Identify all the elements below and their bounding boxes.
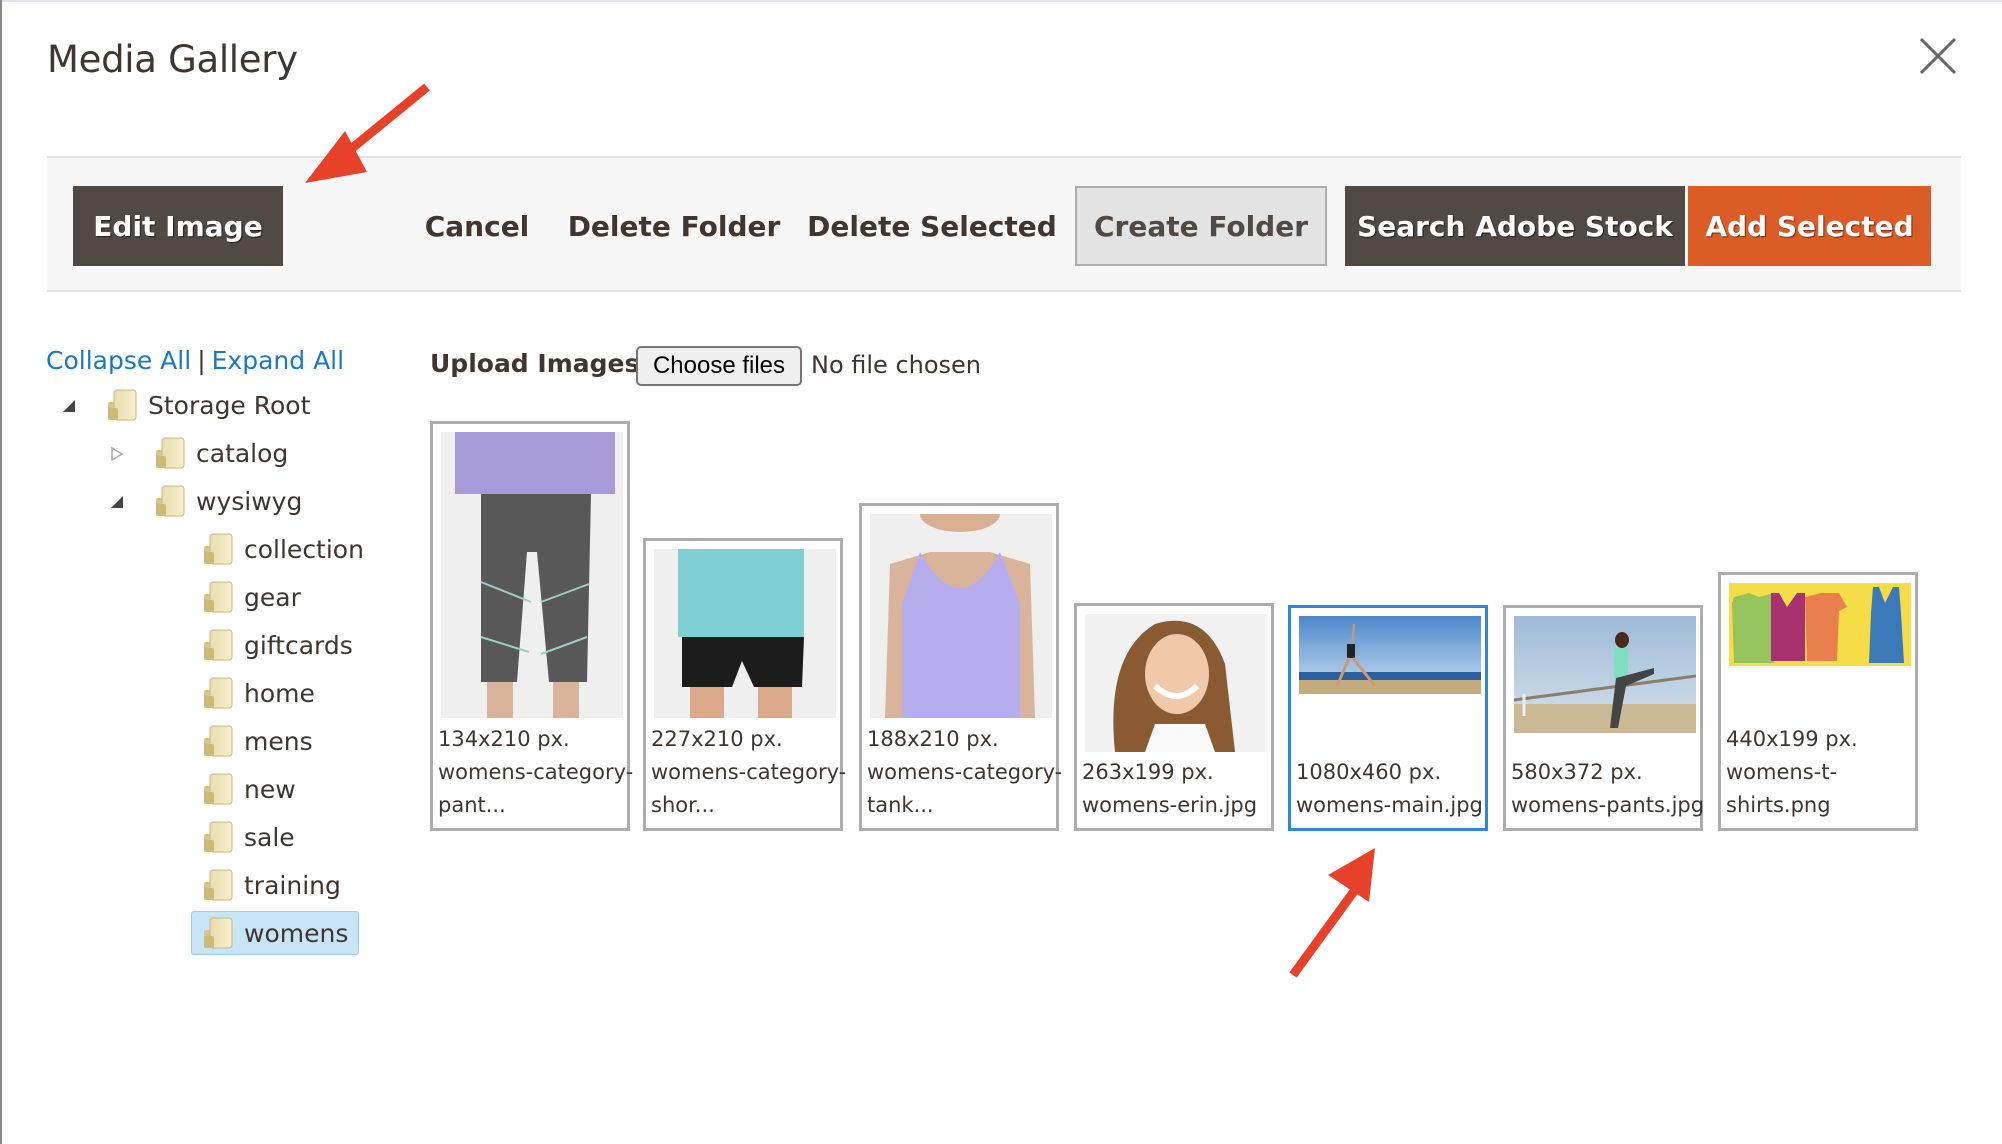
folder-icon [154, 484, 186, 518]
tree-node-collection[interactable]: collection [202, 527, 364, 571]
thumbnail-caption: 263x199 px. womens-erin.jpg [1082, 756, 1257, 822]
gallery-item[interactable]: 134x210 px. womens-category-pant... [430, 421, 633, 831]
image-filename: womens-pants.jpg [1511, 793, 1705, 817]
collapsed-triangle-icon[interactable] [110, 446, 124, 462]
folder-icon [202, 580, 234, 614]
thumbnail-image [654, 549, 836, 718]
tree-node-new[interactable]: new [202, 767, 296, 811]
thumbnail-caption: 1080x460 px. womens-main.jpg [1296, 756, 1483, 822]
tree-node-label: training [244, 870, 341, 900]
tree-node-storage-root[interactable]: Storage Root [106, 383, 310, 427]
tree-node-label: home [244, 678, 315, 708]
delete-selected-button[interactable]: Delete Selected [807, 186, 1057, 266]
folder-icon [202, 532, 234, 566]
tree-node-label: wysiwyg [196, 486, 303, 516]
arrow-to-selected-image [1289, 848, 1375, 978]
create-folder-button[interactable]: Create Folder [1075, 186, 1327, 266]
gallery-item[interactable]: 440x199 px. womens-t-shirts.png [1718, 572, 1918, 831]
tree-link-separator: | [197, 346, 206, 375]
image-filename-continued: shor... [651, 793, 715, 817]
folder-icon [106, 388, 138, 422]
tree-node-label: collection [244, 534, 364, 564]
gallery-item[interactable]: 263x199 px. womens-erin.jpg [1074, 603, 1274, 831]
thumbnail-caption: 440x199 px. womens-t-shirts.png [1726, 723, 1858, 822]
image-filename: womens-erin.jpg [1082, 793, 1258, 817]
folder-icon [202, 772, 234, 806]
tree-node-label: womens [244, 918, 349, 948]
close-button[interactable] [1918, 36, 1958, 76]
toolbar: Edit Image Cancel Delete Folder Delete S… [47, 156, 1961, 292]
image-dimensions: 134x210 px. [438, 727, 570, 751]
image-filename-continued: pant... [438, 793, 506, 817]
thumbnail-caption: 188x210 px. womens-category-tank... [867, 723, 1062, 822]
collapse-all-link[interactable]: Collapse All [46, 346, 191, 375]
thumbnail-caption: 134x210 px. womens-category-pant... [438, 723, 633, 822]
image-dimensions: 580x372 px. [1511, 760, 1643, 784]
tree-node-womens[interactable]: womens [191, 911, 360, 955]
top-border [0, 0, 2002, 2]
image-dimensions: 227x210 px. [651, 727, 783, 751]
image-filename: womens-category- [651, 760, 847, 784]
choose-files-button[interactable]: Choose files [636, 346, 802, 386]
image-dimensions: 1080x460 px. [1296, 760, 1442, 784]
tree-node-label: Storage Root [148, 390, 311, 420]
folder-icon [202, 628, 234, 662]
tree-node-label: sale [244, 822, 295, 852]
thumbnail-image [1299, 616, 1481, 694]
tree-node-home[interactable]: home [202, 671, 315, 715]
image-filename: womens-main.jpg [1296, 793, 1483, 817]
image-filename: womens-category- [867, 760, 1063, 784]
gallery-item[interactable]: 188x210 px. womens-category-tank... [859, 503, 1062, 831]
folder-icon [202, 820, 234, 854]
image-dimensions: 440x199 px. [1726, 727, 1858, 751]
tree-node-giftcards[interactable]: giftcards [202, 623, 353, 667]
thumbnail-image [1514, 616, 1696, 733]
folder-icon [202, 676, 234, 710]
image-filename: womens-category- [438, 760, 634, 784]
upload-images-label: Upload Images [430, 349, 640, 378]
tree-node-catalog[interactable]: catalog [154, 431, 288, 475]
add-selected-button[interactable]: Add Selected [1688, 186, 1931, 266]
delete-folder-button[interactable]: Delete Folder [561, 186, 787, 266]
image-filename-continued: tank... [867, 793, 934, 817]
search-adobe-stock-button[interactable]: Search Adobe Stock [1345, 186, 1685, 266]
gallery-item[interactable]: 1080x460 px. womens-main.jpg [1288, 605, 1488, 831]
folder-icon [154, 436, 186, 470]
gallery-item[interactable]: 227x210 px. womens-category-shor... [643, 538, 846, 831]
thumbnail-image [1085, 614, 1267, 752]
thumbnail-caption: 580x372 px. womens-pants.jpg [1511, 756, 1704, 822]
edit-image-button[interactable]: Edit Image [73, 186, 283, 266]
tree-node-gear[interactable]: gear [202, 575, 301, 619]
folder-icon [202, 868, 234, 902]
thumbnail-caption: 227x210 px. womens-category-shor... [651, 723, 846, 822]
tree-node-sale[interactable]: sale [202, 815, 295, 859]
image-filename: womens-t- [1726, 760, 1838, 784]
tree-node-label: gear [244, 582, 301, 612]
image-filename-continued: shirts.png [1726, 793, 1831, 817]
image-dimensions: 263x199 px. [1082, 760, 1214, 784]
tree-node-label: giftcards [244, 630, 353, 660]
expand-all-link[interactable]: Expand All [212, 346, 344, 375]
tree-node-wysiwyg[interactable]: wysiwyg [154, 479, 302, 523]
tree-controls: Collapse All | Expand All [46, 346, 344, 375]
thumbnail-image [441, 432, 623, 718]
tree-node-label: catalog [196, 438, 289, 468]
gallery-item[interactable]: 580x372 px. womens-pants.jpg [1503, 605, 1704, 831]
cancel-button[interactable]: Cancel [397, 186, 557, 266]
tree-node-mens[interactable]: mens [202, 719, 313, 763]
file-status-text: No file chosen [811, 351, 982, 379]
folder-icon [202, 916, 234, 950]
expanded-triangle-icon[interactable] [62, 398, 76, 412]
thumbnail-image [1729, 583, 1911, 666]
left-page-edge [0, 0, 2, 1144]
tree-node-label: mens [244, 726, 313, 756]
thumbnail-image [870, 514, 1052, 718]
tree-node-label: new [244, 774, 296, 804]
tree-node-training[interactable]: training [202, 863, 341, 907]
expanded-triangle-icon[interactable] [110, 494, 124, 508]
close-icon [1919, 37, 1957, 75]
image-dimensions: 188x210 px. [867, 727, 999, 751]
folder-icon [202, 724, 234, 758]
modal-title: Media Gallery [47, 38, 298, 81]
